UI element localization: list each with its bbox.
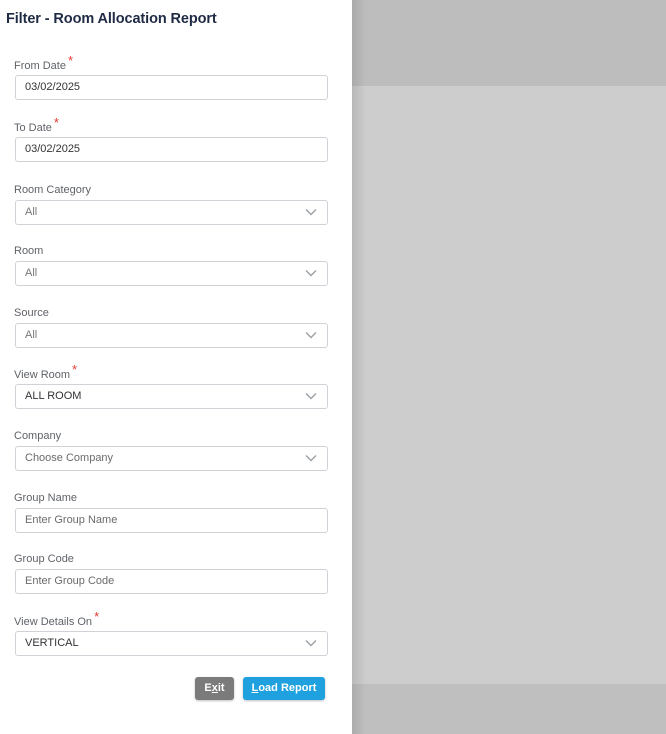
filter-panel: Filter - Room Allocation Report From Dat… (0, 0, 352, 734)
exit-button[interactable]: Exit (195, 677, 234, 700)
room-category-label: Room Category (14, 184, 92, 196)
required-marker: * (67, 53, 74, 68)
chevron-down-icon (305, 454, 317, 462)
view-details-on-field: View Details On * VERTICAL (14, 609, 330, 656)
room-category-value: All (25, 206, 38, 218)
group-code-field: Group Code Enter Group Code (14, 550, 330, 594)
room-select[interactable]: All (15, 261, 328, 286)
company-select[interactable]: Choose Company (15, 446, 328, 471)
from-date-label: From Date (14, 60, 66, 72)
view-details-on-value: VERTICAL (25, 637, 79, 649)
source-value: All (25, 329, 38, 341)
required-marker: * (94, 609, 100, 624)
room-label: Room (14, 245, 44, 257)
panel-title: Filter - Room Allocation Report (6, 11, 217, 27)
view-room-label: View Room (14, 369, 71, 381)
group-name-input[interactable]: Enter Group Name (15, 508, 328, 533)
load-report-button[interactable]: Load Report (243, 677, 325, 700)
panel-shadow (352, 0, 366, 734)
source-select[interactable]: All (15, 323, 328, 348)
company-placeholder: Choose Company (25, 452, 114, 464)
source-field: Source All (14, 304, 330, 348)
from-date-field: From Date * 03/02/2025 (14, 53, 330, 100)
backdrop-band-middle (352, 86, 666, 684)
chevron-down-icon (305, 269, 317, 277)
view-details-on-label: View Details On (14, 616, 93, 628)
room-category-select[interactable]: All (15, 200, 328, 225)
view-room-field: View Room * ALL ROOM (14, 362, 330, 409)
chevron-down-icon (305, 208, 317, 216)
chevron-down-icon (305, 331, 317, 339)
view-room-value: ALL ROOM (25, 390, 82, 402)
required-marker: * (72, 362, 78, 377)
to-date-input[interactable]: 03/02/2025 (15, 137, 328, 162)
company-label: Company (14, 430, 62, 442)
room-field: Room All (14, 242, 330, 286)
group-name-label: Group Name (14, 492, 77, 504)
company-field: Company Choose Company (14, 427, 330, 471)
group-code-input[interactable]: Enter Group Code (15, 569, 328, 594)
group-name-field: Group Name Enter Group Name (14, 489, 330, 533)
to-date-label: To Date (14, 122, 52, 134)
backdrop-band-top (352, 0, 666, 86)
view-room-select[interactable]: ALL ROOM (15, 384, 328, 409)
chevron-down-icon (305, 392, 317, 400)
from-date-input[interactable]: 03/02/2025 (15, 75, 328, 100)
group-code-label: Group Code (14, 553, 74, 565)
room-category-field: Room Category All (14, 181, 330, 225)
to-date-field: To Date * 03/02/2025 (14, 115, 330, 162)
source-label: Source (14, 307, 49, 319)
room-value: All (25, 267, 38, 279)
chevron-down-icon (305, 639, 317, 647)
modal-backdrop (352, 0, 666, 734)
required-marker: * (53, 115, 59, 130)
backdrop-band-bottom (352, 684, 666, 734)
view-details-on-select[interactable]: VERTICAL (15, 631, 328, 656)
